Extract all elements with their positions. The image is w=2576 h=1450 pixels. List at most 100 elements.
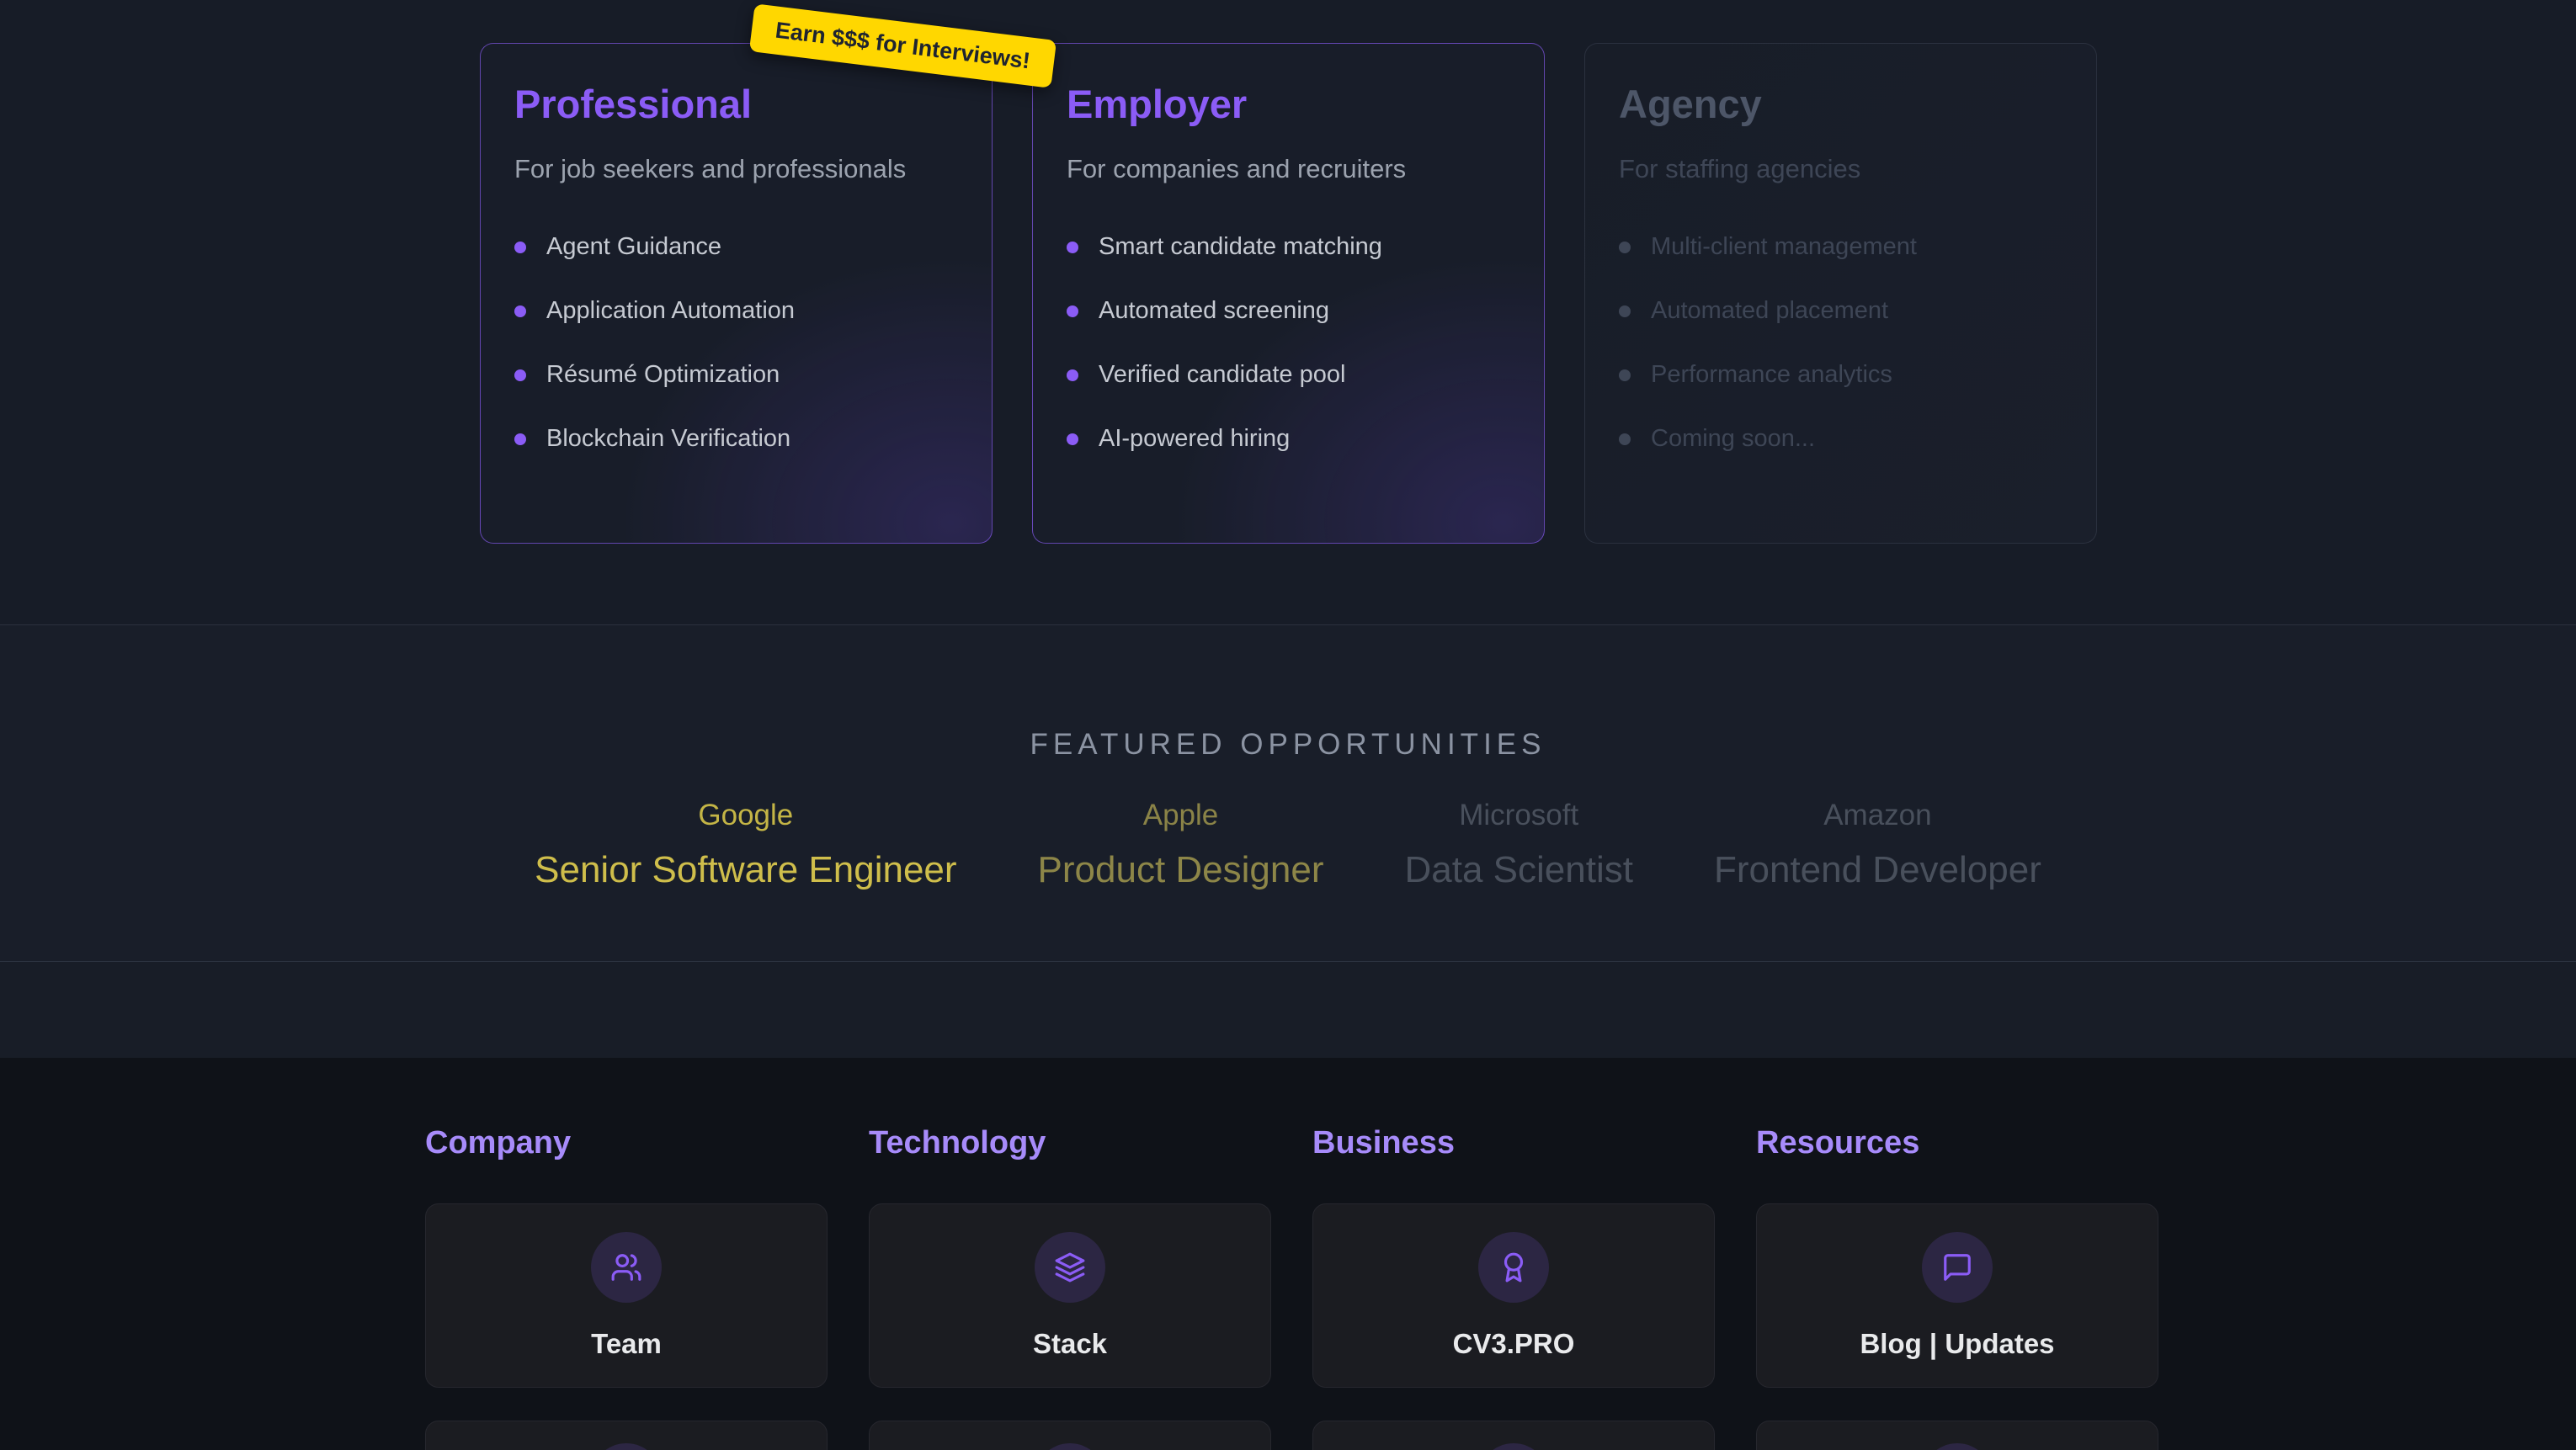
plan-feature-label: Automated placement [1651,297,1888,325]
plan-feature-label: Smart candidate matching [1099,233,1382,261]
footer-column-heading: Business [1312,1125,1715,1161]
footer-column-heading: Technology [869,1125,1271,1161]
plan-feature: Multi-client management [1619,233,2062,261]
bullet-dot-icon [1619,242,1631,253]
footer-card-partial[interactable] [425,1421,828,1450]
icon-badge [591,1232,662,1303]
plan-feature-label: Verified candidate pool [1099,361,1345,389]
bullet-dot-icon [1067,369,1078,381]
footer-card-blog[interactable]: Blog | Updates [1756,1203,2158,1388]
footer-grid: Company Team Technology [425,1125,2159,1450]
plan-feature: Verified candidate pool [1067,361,1510,389]
footer-column-business: Business CV3.PRO [1312,1125,1715,1450]
plan-feature: Performance analytics [1619,361,2062,389]
plan-description: For staffing agencies [1619,154,2062,184]
footer-section: Company Team Technology [0,1058,2576,1450]
plan-description: For job seekers and professionals [514,154,958,184]
footer-card-partial[interactable] [1312,1421,1715,1450]
bullet-dot-icon [1619,369,1631,381]
bullet-dot-icon [1067,433,1078,445]
footer-card-label: CV3.PRO [1453,1328,1575,1360]
footer-column-technology: Technology Stack [869,1125,1271,1450]
spacer-band [0,962,2576,1058]
bullet-dot-icon [1067,305,1078,317]
pricing-row: Professional For job seekers and profess… [480,43,2097,544]
plan-feature-list: Agent Guidance Application Automation Ré… [514,233,958,453]
pricing-section: Earn $$$ for Interviews! Professional Fo… [0,0,2576,625]
plan-feature-label: Blockchain Verification [546,425,790,453]
plan-title: Employer [1067,81,1510,127]
plan-feature: Smart candidate matching [1067,233,1510,261]
plan-feature-list: Multi-client management Automated placem… [1619,233,2062,453]
footer-card-label: Stack [1033,1328,1107,1360]
footer-column-heading: Company [425,1125,828,1161]
bullet-dot-icon [514,433,526,445]
plan-feature: Automated placement [1619,297,2062,325]
job-company: Microsoft [1405,799,1633,832]
featured-jobs-row: Google Senior Software Engineer Apple Pr… [0,799,2576,891]
featured-job-microsoft[interactable]: Microsoft Data Scientist [1405,799,1633,891]
job-title: Senior Software Engineer [535,849,956,891]
bullet-dot-icon [514,305,526,317]
users-icon [610,1251,642,1283]
plan-feature-label: AI-powered hiring [1099,425,1290,453]
plan-feature: Blockchain Verification [514,425,958,453]
job-title: Data Scientist [1405,849,1633,891]
featured-job-google[interactable]: Google Senior Software Engineer [535,799,956,891]
bullet-dot-icon [1067,242,1078,253]
plan-feature-label: Coming soon... [1651,425,1815,453]
plan-feature-label: Performance analytics [1651,361,1892,389]
featured-heading: FEATURED OPPORTUNITIES [0,625,2576,762]
icon-badge [1035,1443,1105,1450]
message-square-icon [1941,1251,1973,1283]
icon-badge [1478,1232,1549,1303]
footer-card-partial[interactable] [1756,1421,2158,1450]
icon-badge [591,1443,662,1450]
icon-badge [1922,1443,1993,1450]
plan-feature-list: Smart candidate matching Automated scree… [1067,233,1510,453]
plan-feature: Automated screening [1067,297,1510,325]
icon-badge [1922,1232,1993,1303]
plan-feature: Application Automation [514,297,958,325]
featured-job-apple[interactable]: Apple Product Designer [1038,799,1324,891]
footer-card-label: Team [591,1328,662,1360]
plan-feature: Coming soon... [1619,425,2062,453]
plan-title: Agency [1619,81,2062,127]
icon-badge [1035,1232,1105,1303]
icon-badge [1478,1443,1549,1450]
bullet-dot-icon [1619,433,1631,445]
footer-card-team[interactable]: Team [425,1203,828,1388]
featured-job-amazon[interactable]: Amazon Frontend Developer [1714,799,2041,891]
job-company: Amazon [1714,799,2041,832]
job-company: Google [535,799,956,832]
plan-feature-label: Application Automation [546,297,795,325]
plan-feature-label: Automated screening [1099,297,1329,325]
plan-feature: AI-powered hiring [1067,425,1510,453]
plan-feature: Résumé Optimization [514,361,958,389]
footer-column-resources: Resources Blog | Updates [1756,1125,2158,1450]
job-company: Apple [1038,799,1324,832]
job-title: Frontend Developer [1714,849,2041,891]
bullet-dot-icon [514,242,526,253]
footer-card-partial[interactable] [869,1421,1271,1450]
job-title: Product Designer [1038,849,1324,891]
bullet-dot-icon [514,369,526,381]
plan-feature-label: Agent Guidance [546,233,721,261]
footer-card-cv3pro[interactable]: CV3.PRO [1312,1203,1715,1388]
footer-card-label: Blog | Updates [1860,1328,2054,1360]
layers-icon [1054,1251,1086,1283]
plan-card-agency: Agency For staffing agencies Multi-clien… [1584,43,2097,544]
plan-title: Professional [514,81,958,127]
plan-feature: Agent Guidance [514,233,958,261]
plan-feature-label: Résumé Optimization [546,361,780,389]
plan-feature-label: Multi-client management [1651,233,1917,261]
featured-opportunities-section: FEATURED OPPORTUNITIES Google Senior Sof… [0,625,2576,962]
plan-card-professional[interactable]: Professional For job seekers and profess… [480,43,993,544]
plan-description: For companies and recruiters [1067,154,1510,184]
footer-column-company: Company Team [425,1125,828,1450]
award-icon [1498,1251,1530,1283]
footer-column-heading: Resources [1756,1125,2158,1161]
bullet-dot-icon [1619,305,1631,317]
plan-card-employer[interactable]: Employer For companies and recruiters Sm… [1032,43,1545,544]
footer-card-stack[interactable]: Stack [869,1203,1271,1388]
